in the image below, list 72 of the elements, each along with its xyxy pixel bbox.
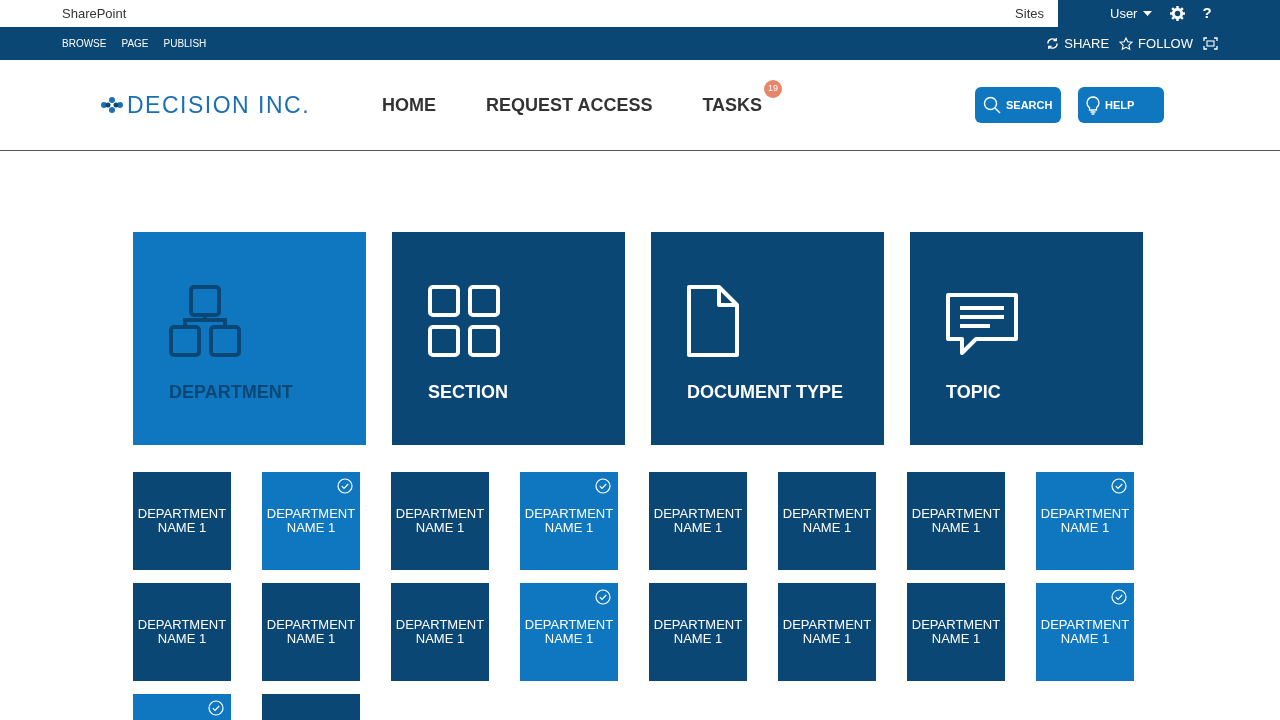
- department-tile[interactable]: DEPARTMENT NAME 1: [262, 583, 360, 681]
- category-label: DEPARTMENT: [169, 381, 294, 404]
- category-tile[interactable]: SECTION: [392, 232, 625, 445]
- count-badge: 19: [764, 79, 783, 98]
- nav-link[interactable]: HOME: [382, 91, 437, 119]
- department-name: DEPARTMENT NAME 1: [523, 507, 615, 535]
- department-tile[interactable]: DEPARTMENT NAME 1: [907, 472, 1005, 570]
- department-tile[interactable]: DEPARTMENT NAME 1: [907, 583, 1005, 681]
- department-name: DEPARTMENT NAME 1: [136, 618, 228, 646]
- department-tile[interactable]: DEPARTMENT NAME 1: [649, 472, 747, 570]
- department-tile[interactable]: DEPARTMENT NAME 1: [649, 583, 747, 681]
- help-link[interactable]: ?: [1202, 2, 1212, 25]
- department-name: DEPARTMENT NAME 1: [1039, 618, 1131, 646]
- category-tile[interactable]: TOPIC: [910, 232, 1143, 445]
- department-name: DEPARTMENT NAME 1: [910, 507, 1002, 535]
- nav-link[interactable]: REQUEST ACCESS: [486, 91, 653, 119]
- department-name: DEPARTMENT NAME 1: [523, 618, 615, 646]
- app-title[interactable]: SharePoint: [62, 3, 127, 24]
- check-circle-icon: [1111, 589, 1127, 605]
- org-chart-icon: [169, 285, 241, 357]
- settings-icon[interactable]: [1170, 6, 1186, 21]
- department-tile[interactable]: DEPARTMENT NAME 1: [391, 472, 489, 570]
- chat-bubble-icon: [946, 293, 1018, 357]
- logo-text[interactable]: DECISION INC.: [127, 87, 311, 123]
- check-circle-icon: [595, 589, 611, 605]
- department-name: DEPARTMENT NAME 1: [910, 618, 1002, 646]
- check-circle-icon: [208, 700, 224, 716]
- department-tile[interactable]: DEPARTMENT NAME 1: [262, 472, 360, 570]
- department-name: DEPARTMENT NAME 1: [652, 507, 744, 535]
- department-tile[interactable]: DEPARTMENT NAME 1: [133, 472, 231, 570]
- category-label: TOPIC: [946, 381, 1002, 404]
- check-circle-icon: [337, 478, 353, 494]
- grid-icon: [428, 285, 500, 357]
- check-circle-icon: [595, 478, 611, 494]
- lightbulb-icon: [1086, 95, 1100, 115]
- department-name: DEPARTMENT NAME 1: [394, 618, 486, 646]
- star-icon: [1119, 36, 1134, 51]
- department-name: DEPARTMENT NAME 1: [265, 618, 357, 646]
- logo-icon: [100, 97, 124, 113]
- follow-button[interactable]: FOLLOW: [1119, 33, 1193, 54]
- ribbon-tab[interactable]: PAGE: [121, 36, 149, 51]
- department-tile[interactable]: DEPARTMENT NAME 1: [520, 583, 618, 681]
- category-label: DOCUMENT TYPE: [687, 381, 844, 404]
- category-tile[interactable]: DOCUMENT TYPE: [651, 232, 884, 445]
- sync-icon: [1046, 37, 1060, 50]
- search-icon: [983, 96, 1001, 114]
- department-name: DEPARTMENT NAME 1: [652, 618, 744, 646]
- department-tile[interactable]: DEPARTMENT NAME 1: [1036, 583, 1134, 681]
- share-button[interactable]: SHARE: [1046, 33, 1110, 54]
- department-name: DEPARTMENT NAME 1: [781, 618, 873, 646]
- department-name: DEPARTMENT NAME 1: [136, 507, 228, 535]
- category-label: SECTION: [428, 381, 509, 404]
- department-name: DEPARTMENT NAME 1: [781, 507, 873, 535]
- department-name: DEPARTMENT NAME 1: [265, 507, 357, 535]
- ribbon-tab[interactable]: PUBLISH: [163, 36, 207, 51]
- user-menu[interactable]: User: [1110, 3, 1153, 24]
- sites-link[interactable]: Sites: [1015, 3, 1044, 24]
- department-name: DEPARTMENT NAME 1: [1039, 507, 1131, 535]
- department-tile[interactable]: DEPARTMENT NAME 1: [778, 472, 876, 570]
- ribbon-tab[interactable]: BROWSE: [62, 36, 107, 51]
- department-tile[interactable]: DEPARTMENT NAME 1: [391, 583, 489, 681]
- department-tile[interactable]: DEPARTMENT NAME 1: [520, 472, 618, 570]
- department-tile[interactable]: DEPARTMENT NAME 1: [778, 583, 876, 681]
- department-tile[interactable]: DEPARTMENT NAME 1: [1036, 472, 1134, 570]
- caret-icon: [1143, 11, 1153, 16]
- department-name: DEPARTMENT NAME 1: [394, 507, 486, 535]
- help-button[interactable]: HELP: [1078, 87, 1164, 123]
- department-tile[interactable]: DEPARTMENT NAME 1: [133, 583, 231, 681]
- search-button[interactable]: SEARCH: [975, 87, 1061, 123]
- check-circle-icon: [1111, 478, 1127, 494]
- focus-icon[interactable]: [1203, 37, 1218, 50]
- document-icon: [687, 285, 739, 357]
